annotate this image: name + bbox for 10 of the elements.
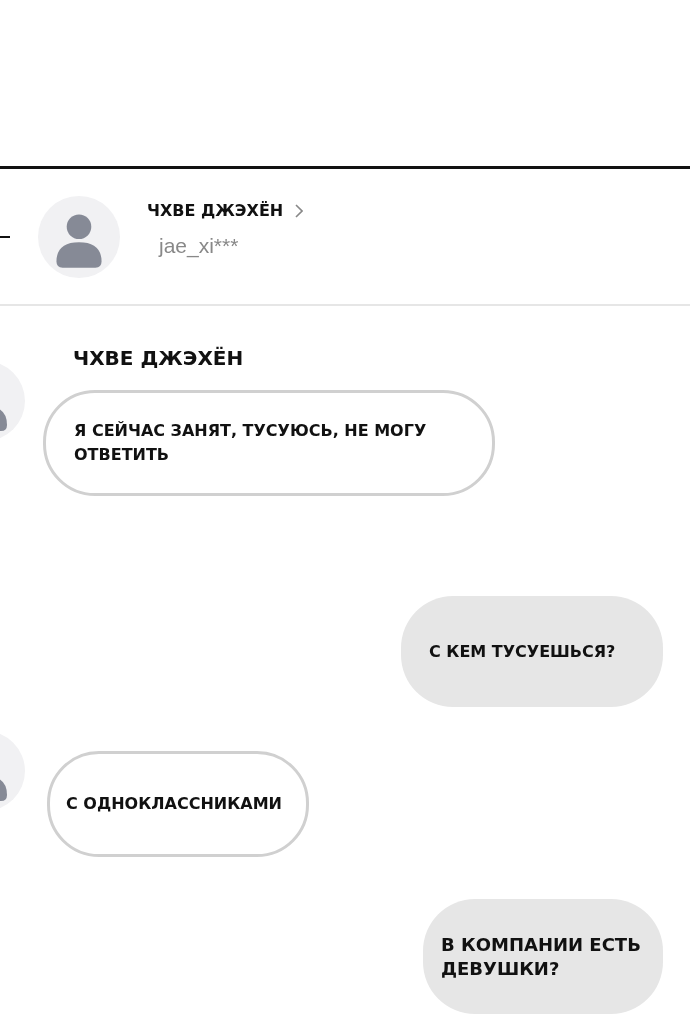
- avatar-icon: [38, 195, 120, 278]
- contact-name[interactable]: ЧХВЕ ДЖЭХЁН: [147, 201, 284, 220]
- message-bubble: С КЕМ ТУСУЕШЬСЯ?: [401, 596, 663, 707]
- message-bubble: Я СЕЙЧАС ЗАНЯТ, ТУСУЮСЬ, НЕ МОГУ ОТВЕТИТЬ: [43, 390, 495, 496]
- message-bubble: В КОМПАНИИ ЕСТЬ ДЕВУШКИ?: [423, 899, 663, 1014]
- back-icon[interactable]: [0, 234, 10, 239]
- message-bubble: С ОДНОКЛАССНИКАМИ: [47, 751, 309, 857]
- sender-name: ЧХВЕ ДЖЭХЁН: [73, 346, 245, 370]
- chevron-right-icon[interactable]: [295, 203, 304, 218]
- contact-handle: jae_xi***: [159, 234, 240, 258]
